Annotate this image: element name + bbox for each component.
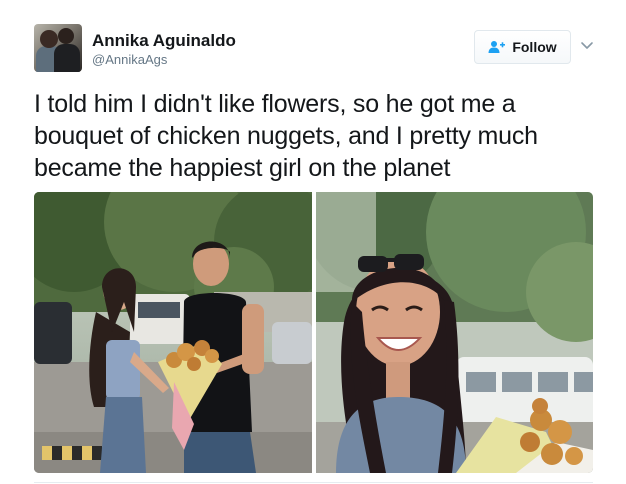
tweet-text: I told him I didn't like flowers, so he … xyxy=(34,88,594,184)
tweet-text-line: became the happiest girl on the planet xyxy=(34,154,451,182)
avatar[interactable] xyxy=(34,24,82,72)
tweet-card: Annika Aguinaldo @AnnikaAgs Follow I tol… xyxy=(0,0,626,484)
tweet-text-line: bouquet of chicken nuggets, and I pretty… xyxy=(34,122,538,150)
add-user-icon xyxy=(488,40,506,54)
tweet-text-line: I told him I didn't like flowers, so he … xyxy=(34,90,516,118)
tweet-photo[interactable] xyxy=(316,192,593,473)
tweet-photo[interactable] xyxy=(34,192,312,473)
chevron-down-icon[interactable] xyxy=(580,38,594,52)
divider xyxy=(34,482,593,483)
author-name[interactable]: Annika Aguinaldo xyxy=(92,31,236,51)
follow-button[interactable]: Follow xyxy=(474,30,571,64)
author-handle[interactable]: @AnnikaAgs xyxy=(92,52,167,67)
tweet-media xyxy=(34,192,593,473)
follow-label: Follow xyxy=(512,39,557,55)
